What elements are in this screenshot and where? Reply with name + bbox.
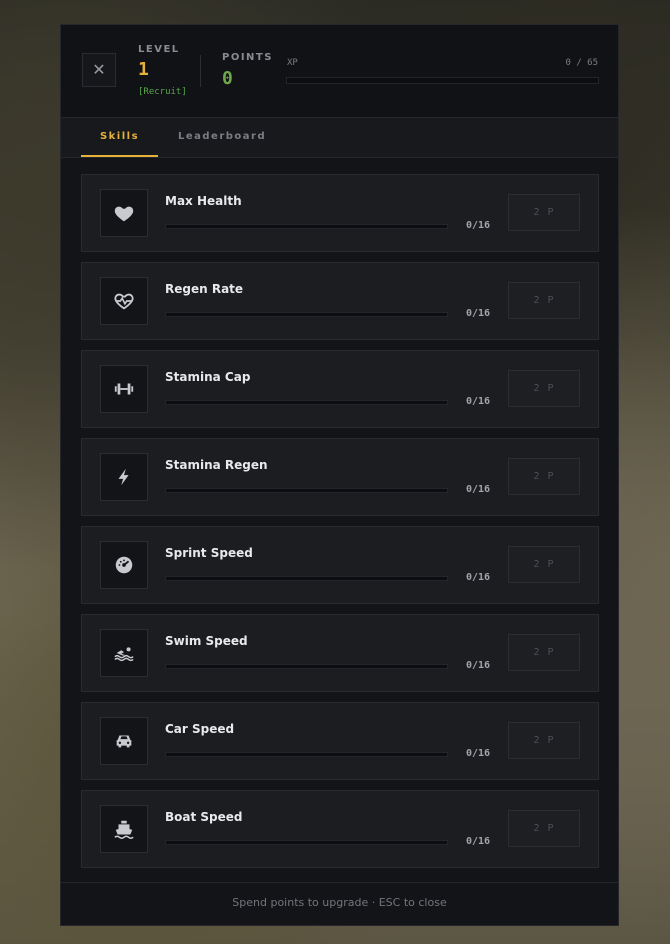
swimmer-icon [100,629,148,677]
skills-panel: ✕ LEVEL 1 [Recruit] POINTS 0 XP 0 / 65 S… [60,24,619,926]
skill-row-car-speed: Car Speed 0/16 2 P [81,702,599,780]
level-rank: [Recruit] [138,87,187,97]
upgrade-button-swim-speed[interactable]: 2 P [508,634,580,671]
points-label: POINTS [222,52,273,63]
xp-value: 0 / 65 [565,58,598,68]
header-divider [200,55,201,87]
xp-label: XP [287,58,298,68]
skill-name: Max Health [165,194,242,208]
skill-row-stamina-regen: Stamina Regen 0/16 2 P [81,438,599,516]
skill-progress-bar [165,312,448,317]
tab-bar: Skills Leaderboard [61,117,618,158]
skill-count: 0/16 [466,836,491,847]
skill-progress-bar [165,664,448,669]
skill-list: Max Health 0/16 2 P Regen Rate 0/16 2 P Stamin… [81,174,599,878]
skill-row-sprint-speed: Sprint Speed 0/16 2 P [81,526,599,604]
lightning-icon [100,453,148,501]
skill-count: 0/16 [466,308,491,319]
upgrade-button-sprint-speed[interactable]: 2 P [508,546,580,583]
skill-name: Boat Speed [165,810,243,824]
skill-row-regen-rate: Regen Rate 0/16 2 P [81,262,599,340]
level-value: 1 [138,59,149,80]
boat-icon [100,805,148,853]
close-button[interactable]: ✕ [82,53,116,87]
tab-leaderboard[interactable]: Leaderboard [178,118,265,157]
skill-name: Car Speed [165,722,235,736]
skill-count: 0/16 [466,748,491,759]
skill-progress-bar [165,400,448,405]
skill-progress-bar [165,840,448,845]
xp-progress-bar [286,77,599,84]
upgrade-button-car-speed[interactable]: 2 P [508,722,580,759]
skill-count: 0/16 [466,660,491,671]
tab-skills[interactable]: Skills [81,118,158,157]
skill-progress-bar [165,576,448,581]
skill-row-max-health: Max Health 0/16 2 P [81,174,599,252]
skill-name: Stamina Cap [165,370,251,384]
skill-count: 0/16 [466,484,491,495]
skill-name: Sprint Speed [165,546,253,560]
skill-row-swim-speed: Swim Speed 0/16 2 P [81,614,599,692]
skill-progress-bar [165,752,448,757]
skill-progress-bar [165,224,448,229]
level-label: LEVEL [138,44,180,55]
dumbbell-icon [100,365,148,413]
skill-count: 0/16 [466,396,491,407]
upgrade-button-regen-rate[interactable]: 2 P [508,282,580,319]
skill-name: Stamina Regen [165,458,268,472]
skill-name: Regen Rate [165,282,244,296]
skill-progress-bar [165,488,448,493]
car-icon [100,717,148,765]
upgrade-button-max-health[interactable]: 2 P [508,194,580,231]
skill-count: 0/16 [466,572,491,583]
footer-hint: Spend points to upgrade · ESC to close [61,882,618,925]
points-value: 0 [222,68,233,89]
heart-icon [100,189,148,237]
skill-name: Swim Speed [165,634,248,648]
upgrade-button-stamina-cap[interactable]: 2 P [508,370,580,407]
panel-header: ✕ LEVEL 1 [Recruit] POINTS 0 XP 0 / 65 [61,25,618,117]
speedometer-icon [100,541,148,589]
skill-row-boat-speed: Boat Speed 0/16 2 P [81,790,599,868]
upgrade-button-stamina-regen[interactable]: 2 P [508,458,580,495]
heartbeat-icon [100,277,148,325]
skill-count: 0/16 [466,220,491,231]
skill-row-stamina-cap: Stamina Cap 0/16 2 P [81,350,599,428]
upgrade-button-boat-speed[interactable]: 2 P [508,810,580,847]
